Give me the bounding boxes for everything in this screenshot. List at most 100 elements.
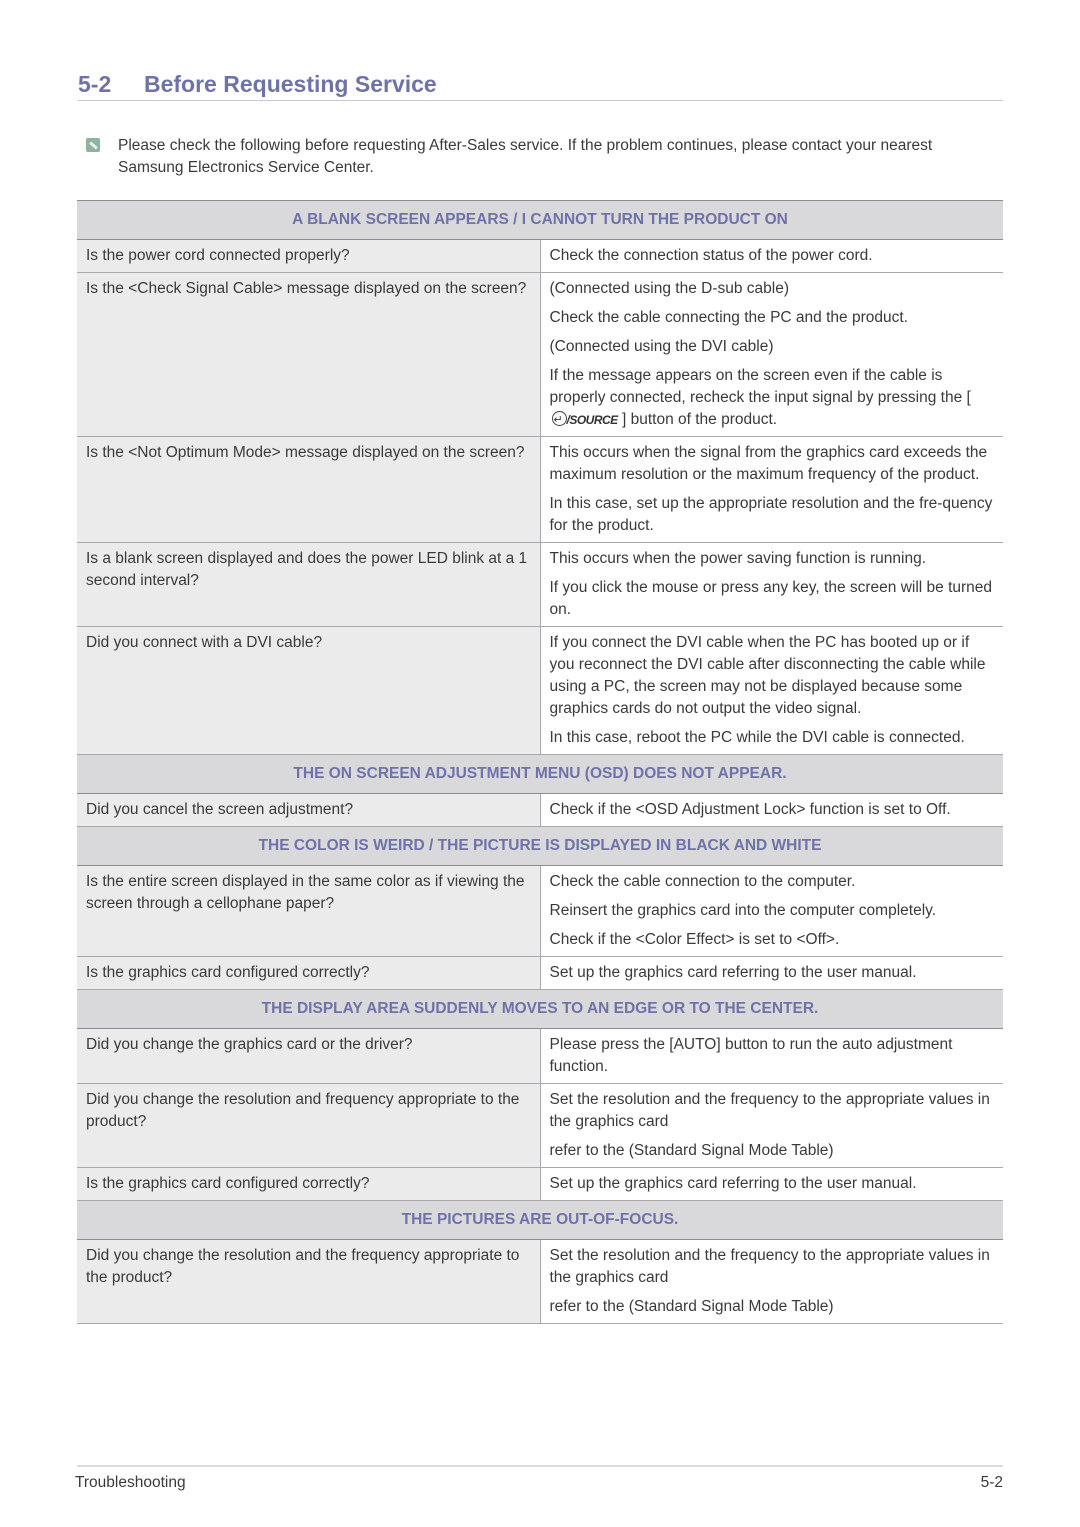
table-row: Did you change the resolution and the fr…	[77, 1239, 1004, 1324]
answer-paragraph: (Connected using the DVI cable)	[550, 336, 995, 358]
answer-text: Set up the graphics card referring to th…	[549, 964, 917, 981]
answer-cell: Set the resolution and the frequency to …	[540, 1083, 1004, 1168]
section-header-row: THE PICTURES ARE OUT-OF-FOCUS.	[77, 1200, 1004, 1240]
answer-text: Set the resolution and the frequency to …	[549, 1091, 990, 1130]
question-cell: Is the <Check Signal Cable> message disp…	[77, 272, 541, 437]
answer-text: refer to the (Standard Signal Mode Table…	[549, 1142, 834, 1159]
answer-text: refer to the (Standard Signal Mode Table…	[549, 1298, 834, 1315]
answer-cell: Check if the <OSD Adjustment Lock> funct…	[540, 793, 1004, 827]
section-header-row: A BLANK SCREEN APPEARS / I CANNOT TURN T…	[77, 200, 1004, 240]
answer-text: This occurs when the signal from the gra…	[549, 444, 988, 483]
source-button-label: /SOURCE	[566, 413, 619, 427]
section-header: THE PICTURES ARE OUT-OF-FOCUS.	[77, 1200, 1004, 1240]
answer-paragraph: In this case, reboot the PC while the DV…	[550, 727, 995, 749]
answer-cell: Set up the graphics card referring to th…	[540, 956, 1004, 990]
table-row: Did you cancel the screen adjustment? Che…	[77, 793, 1004, 827]
answer-paragraph: Check if the <Color Effect> is set to <O…	[550, 929, 995, 951]
table-row: Is the power cord connected properly? Che…	[77, 239, 1004, 273]
table-row: Is the graphics card configured correctl…	[77, 956, 1004, 990]
question-cell: Did you change the resolution and the fr…	[77, 1239, 541, 1324]
footer-page-number: 5-2	[980, 1474, 1003, 1491]
table-row: Is the graphics card configured correctl…	[77, 1167, 1004, 1201]
answer-cell: This occurs when the power saving functi…	[540, 542, 1004, 627]
table-row: Did you connect with a DVI cable? If you …	[77, 626, 1004, 755]
answer-cell: Check the connection status of the power…	[540, 239, 1004, 273]
answer-text: If you connect the DVI cable when the PC…	[549, 634, 986, 717]
section-number: 5-2	[78, 71, 112, 97]
answer-paragraph: Please press the [AUTO] button to run th…	[550, 1034, 995, 1078]
section-header-row: THE DISPLAY AREA SUDDENLY MOVES TO AN ED…	[77, 989, 1004, 1029]
table-row: Did you change the graphics card or the …	[77, 1028, 1004, 1084]
answer-paragraph: If you click the mouse or press any key,…	[550, 577, 995, 621]
question-cell: Is the <Not Optimum Mode> message displa…	[77, 436, 541, 543]
source-enter-icon	[551, 409, 567, 431]
question-cell: Is a blank screen displayed and does the…	[77, 542, 541, 627]
section-header: THE DISPLAY AREA SUDDENLY MOVES TO AN ED…	[77, 989, 1004, 1029]
answer-cell: Please press the [AUTO] button to run th…	[540, 1028, 1004, 1084]
page-footer: Troubleshooting 5-2	[75, 1465, 1003, 1491]
answer-paragraph: Check the connection status of the power…	[550, 245, 995, 267]
question-cell: Is the entire screen displayed in the sa…	[77, 865, 541, 957]
answer-paragraph: This occurs when the power saving functi…	[550, 548, 995, 570]
answer-text: If the message appears on the screen eve…	[549, 367, 971, 406]
answer-text: Set up the graphics card referring to th…	[549, 1175, 917, 1192]
answer-cell: Set up the graphics card referring to th…	[540, 1167, 1004, 1201]
answer-paragraph: Check the cable connection to the comput…	[550, 871, 995, 893]
answer-text: This occurs when the power saving functi…	[549, 550, 927, 567]
intro-text: Please check the following before reques…	[118, 137, 933, 176]
answer-paragraph: In this case, set up the appropriate res…	[550, 493, 995, 537]
section-header: A BLANK SCREEN APPEARS / I CANNOT TURN T…	[77, 200, 1004, 240]
answer-text: Check if the <OSD Adjustment Lock> funct…	[549, 801, 951, 818]
section-header-row: THE ON SCREEN ADJUSTMENT MENU (OSD) DOES…	[77, 754, 1004, 794]
answer-paragraph: Check if the <OSD Adjustment Lock> funct…	[550, 799, 995, 821]
answer-text: In this case, reboot the PC while the DV…	[549, 729, 965, 746]
troubleshooting-table: A BLANK SCREEN APPEARS / I CANNOT TURN T…	[77, 200, 1004, 1324]
answer-paragraph: refer to the (Standard Signal Mode Table…	[550, 1140, 995, 1162]
table-row: Is the <Not Optimum Mode> message displa…	[77, 436, 1004, 543]
table-row: Is the entire screen displayed in the sa…	[77, 865, 1004, 957]
answer-cell: (Connected using the D-sub cable) Check t…	[540, 272, 1004, 437]
question-cell: Did you connect with a DVI cable?	[77, 626, 541, 755]
answer-cell: Check the cable connection to the comput…	[540, 865, 1004, 957]
answer-paragraph: (Connected using the D-sub cable)	[550, 278, 995, 300]
answer-paragraph: If the message appears on the screen eve…	[550, 365, 995, 431]
footer-chapter: Troubleshooting	[75, 1474, 186, 1491]
question-cell: Did you change the resolution and freque…	[77, 1083, 541, 1168]
question-cell: Is the power cord connected properly?	[77, 239, 541, 273]
answer-text-tail: ] button of the product.	[617, 411, 778, 428]
section-header-row: THE COLOR IS WEIRD / THE PICTURE IS DISP…	[77, 826, 1004, 866]
answer-cell: This occurs when the signal from the gra…	[540, 436, 1004, 543]
answer-paragraph: Check the cable connecting the PC and th…	[550, 307, 995, 329]
page-title: 5-2 Before Requesting Service	[78, 68, 1003, 101]
answer-paragraph: Set the resolution and the frequency to …	[550, 1245, 995, 1289]
answer-text: Check if the <Color Effect> is set to <O…	[549, 931, 840, 948]
answer-text: Check the cable connecting the PC and th…	[549, 309, 908, 326]
answer-paragraph: Set up the graphics card referring to th…	[550, 1173, 995, 1195]
answer-paragraph: refer to the (Standard Signal Mode Table…	[550, 1296, 995, 1318]
answer-text: (Connected using the D-sub cable)	[549, 280, 790, 297]
answer-paragraph: If you connect the DVI cable when the PC…	[550, 632, 995, 720]
answer-text: Please press the [AUTO] button to run th…	[549, 1036, 953, 1075]
answer-text: Set the resolution and the frequency to …	[549, 1247, 990, 1286]
question-cell: Did you cancel the screen adjustment?	[77, 793, 541, 827]
answer-text: Reinsert the graphics card into the comp…	[549, 902, 937, 919]
question-cell: Is the graphics card configured correctl…	[77, 1167, 541, 1201]
answer-text: If you click the mouse or press any key,…	[549, 579, 993, 618]
table-row: Did you change the resolution and freque…	[77, 1083, 1004, 1168]
answer-text: Check the connection status of the power…	[549, 247, 873, 264]
question-cell: Did you change the graphics card or the …	[77, 1028, 541, 1084]
answer-text: (Connected using the DVI cable)	[549, 338, 774, 355]
answer-text: Check the cable connection to the comput…	[549, 873, 856, 890]
table-row: Is the <Check Signal Cable> message disp…	[77, 272, 1004, 437]
answer-paragraph: This occurs when the signal from the gra…	[550, 442, 995, 486]
answer-paragraph: Set the resolution and the frequency to …	[550, 1089, 995, 1133]
answer-text: In this case, set up the appropriate res…	[549, 495, 993, 534]
table-row: Is a blank screen displayed and does the…	[77, 542, 1004, 627]
section-header: THE ON SCREEN ADJUSTMENT MENU (OSD) DOES…	[77, 754, 1004, 794]
section-title: Before Requesting Service	[144, 71, 437, 97]
question-cell: Is the graphics card configured correctl…	[77, 956, 541, 990]
section-header: THE COLOR IS WEIRD / THE PICTURE IS DISP…	[77, 826, 1004, 866]
answer-cell: Set the resolution and the frequency to …	[540, 1239, 1004, 1324]
answer-paragraph: Set up the graphics card referring to th…	[550, 962, 995, 984]
answer-cell: If you connect the DVI cable when the PC…	[540, 626, 1004, 755]
